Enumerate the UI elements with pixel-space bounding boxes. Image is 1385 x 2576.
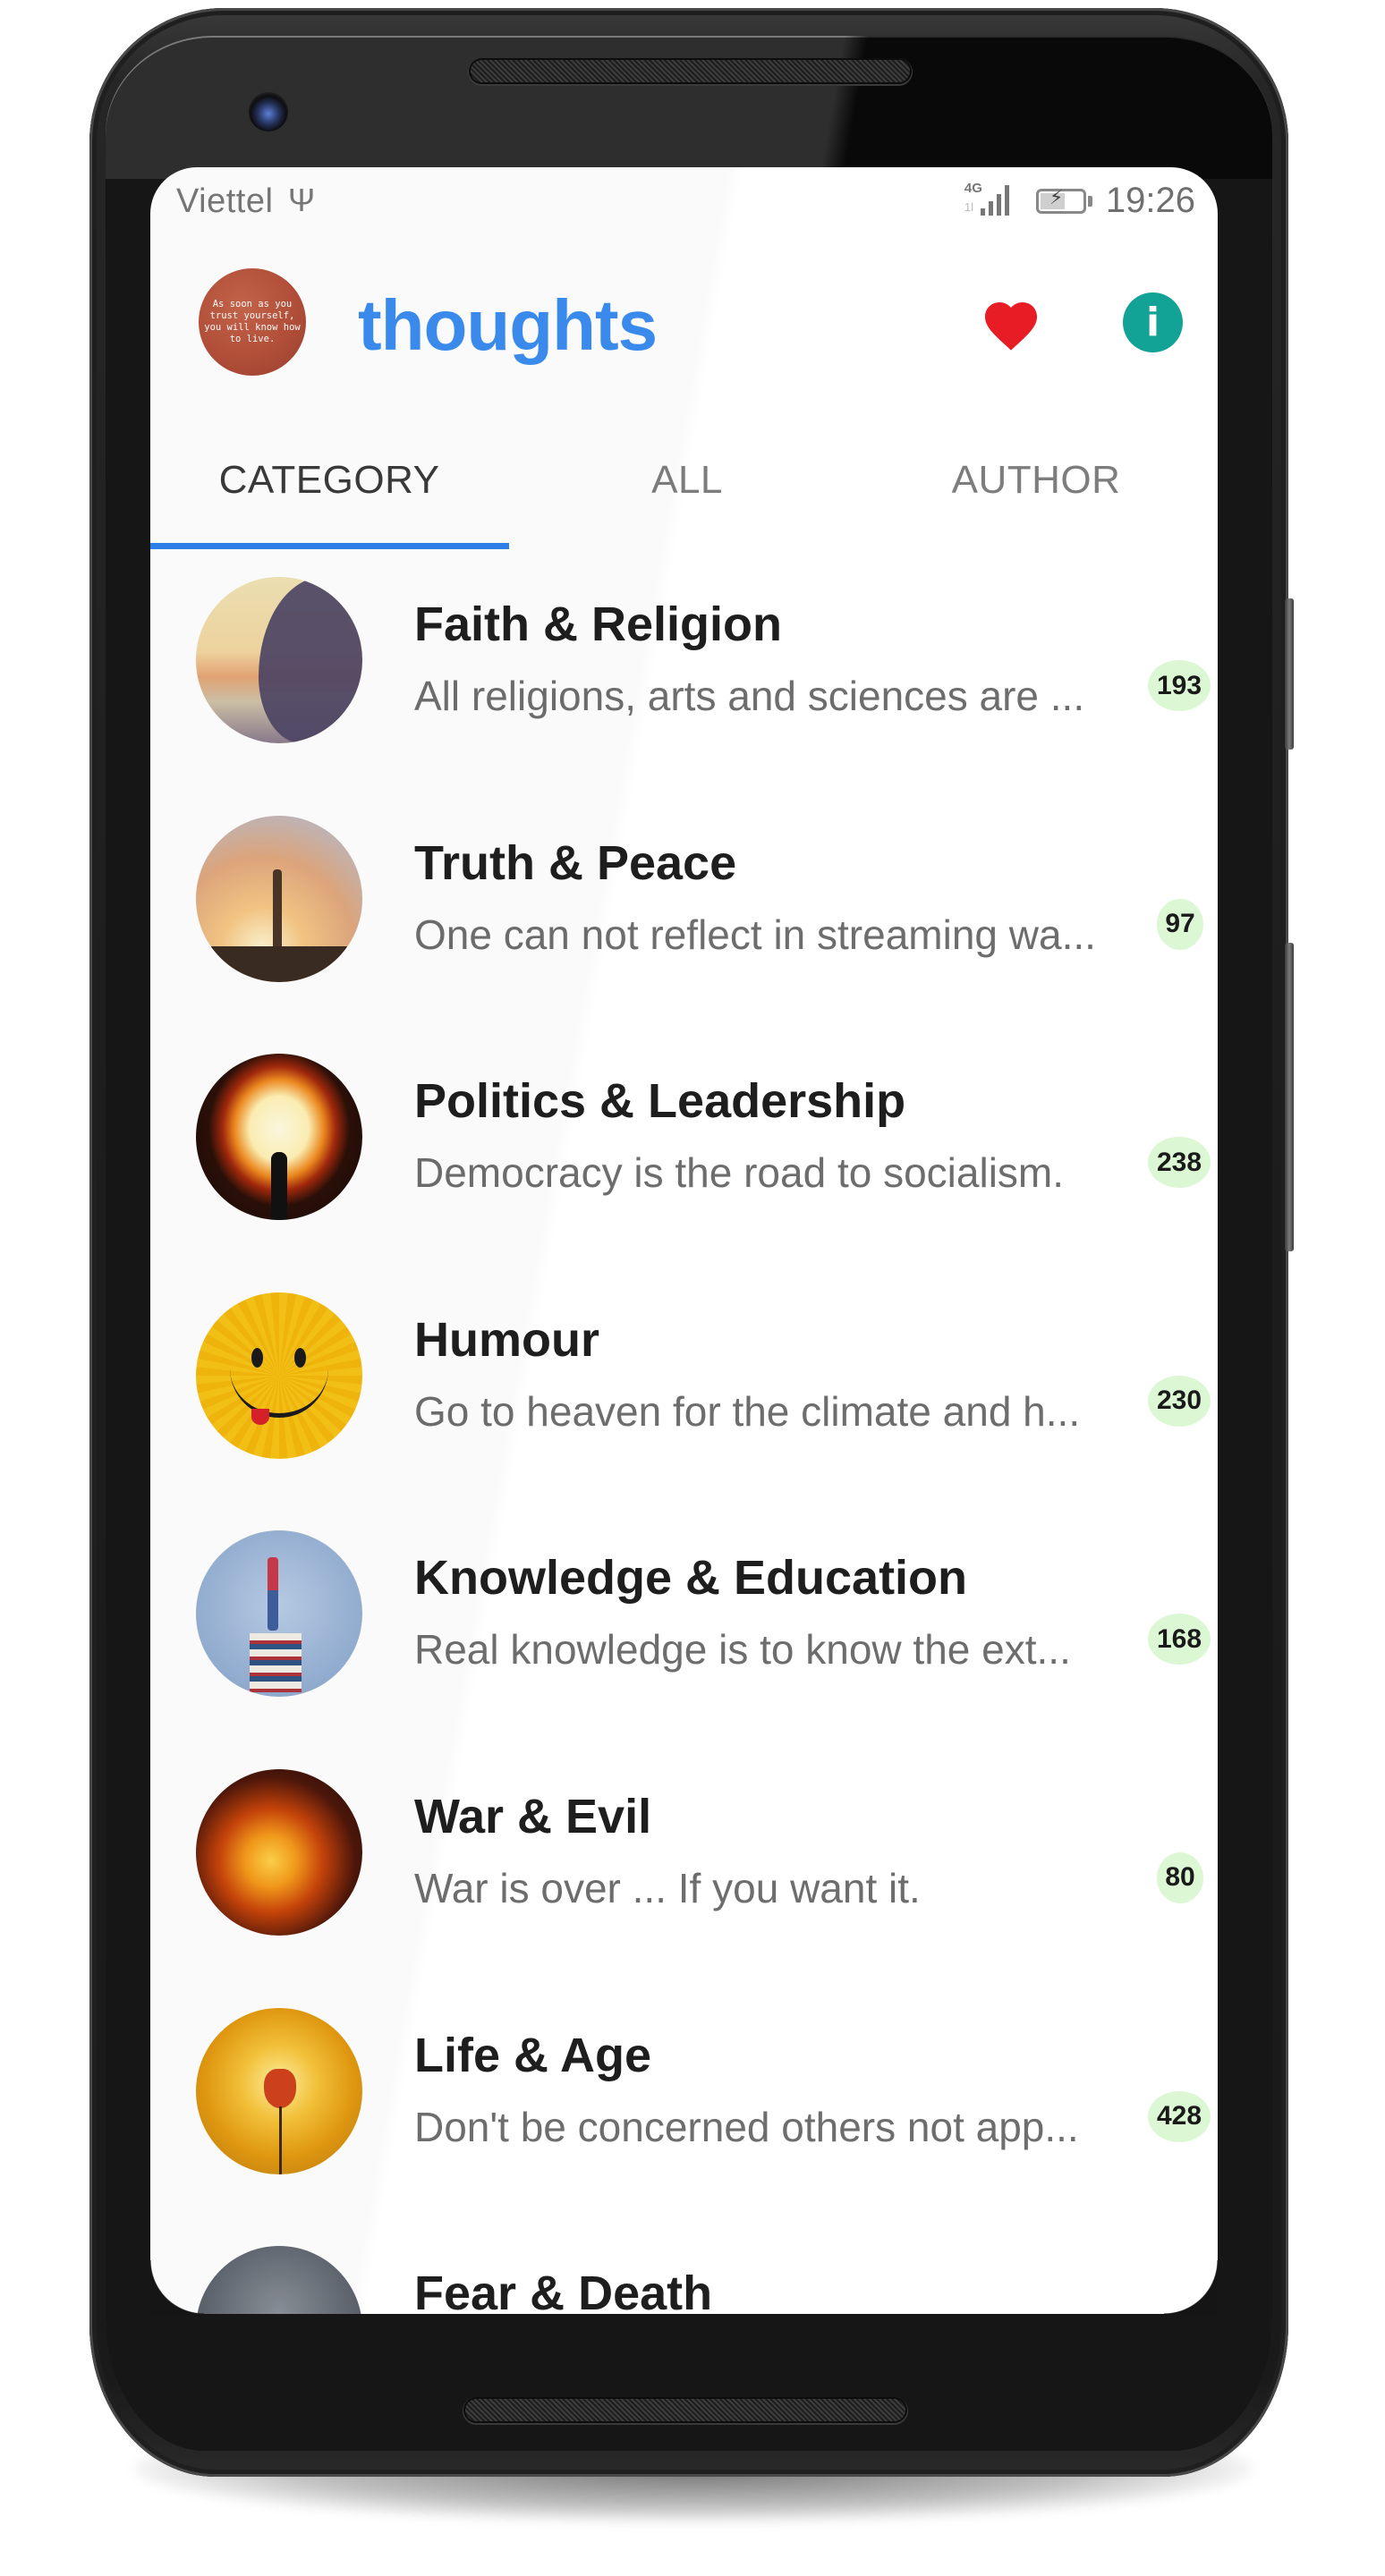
category-title: Humour xyxy=(414,1312,599,1367)
category-preview: Real knowledge is to know the ext... xyxy=(414,1626,1071,1674)
tab-author[interactable]: AUTHOR xyxy=(857,418,1215,543)
category-preview: War is over ... If you want it. xyxy=(414,1864,921,1911)
count-badge: 428 xyxy=(1148,2090,1211,2142)
tab-category[interactable]: CATEGORY xyxy=(150,418,508,543)
info-icon: i xyxy=(1145,300,1160,345)
count-badge: 230 xyxy=(1148,1375,1211,1427)
category-item-politics-leadership[interactable]: Politics & Leadership Democracy is the r… xyxy=(150,1054,1218,1292)
heart-icon xyxy=(984,302,1038,351)
signal-bars-icon: 4G 1l xyxy=(964,180,1018,219)
status-bar: Viettel Ψ 4G 1l ⚡ 19:26 xyxy=(150,167,1218,239)
active-tab-indicator xyxy=(150,543,509,549)
info-button[interactable]: i xyxy=(1123,292,1183,352)
category-title: War & Evil xyxy=(414,1789,652,1843)
category-preview: One can not reflect in streaming wa... xyxy=(414,911,1096,958)
app-logo: As soon as you trust yourself, you will … xyxy=(199,268,306,376)
carrier-name: Viettel xyxy=(176,182,274,220)
battery-charging-icon: ⚡ xyxy=(1035,186,1092,214)
category-preview: Don't be concerned others not app... xyxy=(414,2103,1079,2150)
category-list: Faith & Religion All religions, arts and… xyxy=(150,577,1218,2314)
status-indicators: 4G 1l ⚡ 19:26 xyxy=(964,181,1195,221)
category-title: Life & Age xyxy=(414,2028,652,2082)
category-thumbnail xyxy=(196,577,362,743)
category-thumbnail xyxy=(196,1292,362,1459)
usb-icon: Ψ xyxy=(288,182,316,218)
tab-all[interactable]: ALL xyxy=(508,418,866,543)
category-title: Fear & Death xyxy=(414,2267,713,2314)
volume-button xyxy=(1285,943,1294,1251)
network-activity-label: 1l xyxy=(964,199,974,214)
category-thumbnail xyxy=(196,1768,362,1936)
category-preview: Democracy is the road to socialism. xyxy=(414,1149,1065,1197)
count-badge: 80 xyxy=(1157,1852,1203,1903)
bottom-speaker xyxy=(465,2399,905,2421)
favorites-button[interactable] xyxy=(975,288,1047,360)
category-title: Faith & Religion xyxy=(414,597,782,651)
tab-bar: CATEGORY ALL AUTHOR xyxy=(150,418,1218,550)
category-item-life-age[interactable]: Life & Age Don't be concerned others not… xyxy=(150,2007,1218,2247)
count-badge: 193 xyxy=(1148,660,1211,711)
category-item-war-evil[interactable]: War & Evil War is over ... If you want i… xyxy=(150,1768,1218,2008)
count-badge: 97 xyxy=(1157,898,1203,950)
category-title: Truth & Peace xyxy=(414,835,737,890)
count-badge: 238 xyxy=(1148,1137,1211,1189)
category-title: Knowledge & Education xyxy=(414,1551,968,1606)
category-item-faith-religion[interactable]: Faith & Religion All religions, arts and… xyxy=(150,577,1218,816)
app-title: thoughts xyxy=(358,285,658,365)
category-title: Politics & Leadership xyxy=(414,1074,906,1129)
clock: 19:26 xyxy=(1105,181,1195,220)
category-item-humour[interactable]: Humour Go to heaven for the climate and … xyxy=(150,1292,1218,1531)
category-thumbnail xyxy=(196,815,362,982)
category-thumbnail xyxy=(196,2246,362,2314)
front-camera-icon xyxy=(249,92,288,131)
earpiece-speaker xyxy=(471,60,910,82)
category-preview: All religions, arts and sciences are ... xyxy=(414,673,1085,719)
count-badge: 168 xyxy=(1148,1614,1211,1665)
category-item-knowledge-education[interactable]: Knowledge & Education Real knowledge is … xyxy=(150,1530,1218,1769)
network-type-label: 4G xyxy=(964,180,982,196)
category-preview: Go to heaven for the climate and h... xyxy=(414,1387,1081,1435)
category-thumbnail xyxy=(196,1530,362,1698)
category-item-truth-peace[interactable]: Truth & Peace One can not reflect in str… xyxy=(150,815,1218,1055)
category-thumbnail xyxy=(196,1054,362,1221)
category-item-fear-death[interactable]: Fear & Death xyxy=(150,2246,1218,2314)
screen-corner xyxy=(1164,2260,1218,2314)
app-header: As soon as you trust yourself, you will … xyxy=(150,239,1218,418)
screen-corner xyxy=(150,2260,204,2314)
category-thumbnail xyxy=(196,2007,362,2174)
power-button xyxy=(1285,598,1294,750)
app-screen: Viettel Ψ 4G 1l ⚡ 19:26 As soon as you t… xyxy=(150,167,1218,2314)
